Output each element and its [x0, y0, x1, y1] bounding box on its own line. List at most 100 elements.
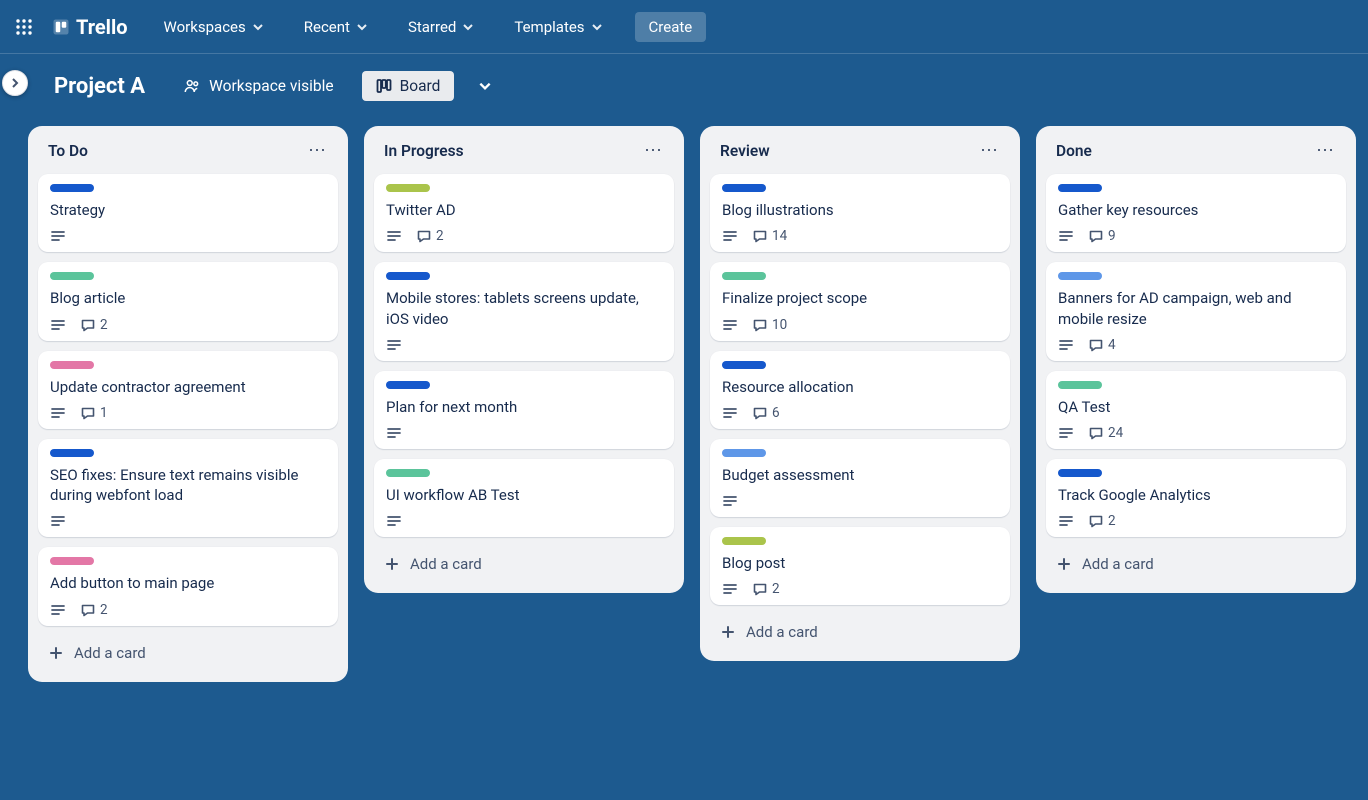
add-card-label: Add a card [746, 623, 818, 641]
card-label[interactable] [386, 469, 430, 477]
list-menu-button[interactable]: ⋯ [976, 140, 1002, 162]
sidebar-expand-button[interactable] [2, 70, 28, 96]
comments-count: 14 [772, 228, 787, 244]
description-icon [50, 513, 66, 529]
description-icon [386, 425, 402, 441]
add-card-label: Add a card [410, 555, 482, 573]
card[interactable]: UI workflow AB Test [374, 459, 674, 537]
card-label[interactable] [50, 557, 94, 565]
card-label[interactable] [386, 381, 430, 389]
card[interactable]: Finalize project scope10 [710, 262, 1010, 340]
card-title: Blog article [50, 288, 326, 308]
card[interactable]: Mobile stores: tablets screens update, i… [374, 262, 674, 361]
card[interactable]: QA Test 24 [1046, 371, 1346, 449]
card-badges [722, 493, 998, 509]
card-label[interactable] [386, 184, 430, 192]
nav-workspaces[interactable]: Workspaces [152, 12, 276, 42]
card[interactable]: Blog article 2 [38, 262, 338, 340]
card[interactable]: Gather key resources9 [1046, 174, 1346, 252]
card[interactable]: Resource allocation 6 [710, 351, 1010, 429]
chevron-down-icon [462, 21, 474, 33]
card[interactable]: SEO fixes: Ensure text remains visible d… [38, 439, 338, 538]
card-title: QA Test [1058, 397, 1334, 417]
card-badges: 1 [50, 405, 326, 421]
card-label[interactable] [50, 184, 94, 192]
card-labels [50, 361, 326, 369]
description-icon [722, 317, 738, 333]
card-label[interactable] [722, 184, 766, 192]
card[interactable]: Budget assessment [710, 439, 1010, 517]
list-title[interactable]: Review [720, 142, 770, 160]
card-label[interactable] [386, 272, 430, 280]
nav-templates[interactable]: Templates [502, 12, 614, 42]
card-badges: 24 [1058, 425, 1334, 441]
card-label[interactable] [722, 537, 766, 545]
board-title[interactable]: Project A [44, 70, 155, 103]
list-menu-button[interactable]: ⋯ [640, 140, 666, 162]
description-icon [50, 317, 66, 333]
apps-switcher-icon[interactable] [8, 11, 40, 43]
card[interactable]: Plan for next month [374, 371, 674, 449]
card[interactable]: Blog post2 [710, 527, 1010, 605]
plus-icon [48, 645, 64, 661]
card-label[interactable] [50, 449, 94, 457]
chevron-down-icon [252, 21, 264, 33]
comment-icon [80, 602, 96, 618]
list-title[interactable]: In Progress [384, 142, 464, 160]
description-icon [386, 513, 402, 529]
card-label[interactable] [722, 361, 766, 369]
add-card-button[interactable]: Add a card [374, 547, 674, 581]
card-label[interactable] [1058, 381, 1102, 389]
card[interactable]: Add button to main page2 [38, 547, 338, 625]
add-card-button[interactable]: Add a card [710, 615, 1010, 649]
card-label[interactable] [50, 272, 94, 280]
card[interactable]: Update contractor agreement1 [38, 351, 338, 429]
card-label[interactable] [50, 361, 94, 369]
add-card-button[interactable]: Add a card [38, 636, 338, 670]
card-title: Banners for AD campaign, web and mobile … [1058, 288, 1334, 329]
card-label[interactable] [722, 272, 766, 280]
card-title: Add button to main page [50, 573, 326, 593]
list-title[interactable]: Done [1056, 142, 1092, 160]
card-badges: 6 [722, 405, 998, 421]
add-card-button[interactable]: Add a card [1046, 547, 1346, 581]
list-header: Review ⋯ [710, 136, 1010, 164]
trello-logo[interactable]: Trello [44, 15, 136, 39]
nav-starred[interactable]: Starred [396, 12, 486, 42]
description-icon [50, 405, 66, 421]
card-badges: 2 [386, 228, 662, 244]
card-labels [50, 449, 326, 457]
card-title: Resource allocation [722, 377, 998, 397]
board-view-icon [376, 78, 392, 94]
view-switcher-dropdown[interactable] [472, 73, 498, 99]
card[interactable]: Track Google Analytics2 [1046, 459, 1346, 537]
nav-recent[interactable]: Recent [292, 12, 380, 42]
list-title[interactable]: To Do [48, 142, 88, 160]
card-badges [386, 425, 662, 441]
comments-count: 2 [100, 317, 108, 333]
card-badges [50, 513, 326, 529]
card-labels [386, 184, 662, 192]
view-switcher-button[interactable]: Board [362, 71, 455, 101]
comments-badge: 10 [752, 317, 787, 333]
card-title: Twitter AD [386, 200, 662, 220]
card-labels [50, 272, 326, 280]
card-labels [1058, 184, 1334, 192]
comments-badge: 2 [80, 317, 108, 333]
create-button[interactable]: Create [635, 12, 707, 42]
comments-badge: 24 [1088, 425, 1123, 441]
card[interactable]: Banners for AD campaign, web and mobile … [1046, 262, 1346, 361]
plus-icon [720, 624, 736, 640]
card-label[interactable] [1058, 469, 1102, 477]
list-menu-button[interactable]: ⋯ [1312, 140, 1338, 162]
list-menu-button[interactable]: ⋯ [304, 140, 330, 162]
card-label[interactable] [1058, 184, 1102, 192]
visibility-button[interactable]: Workspace visible [173, 71, 344, 101]
card[interactable]: Blog illustrations14 [710, 174, 1010, 252]
card[interactable]: Twitter AD 2 [374, 174, 674, 252]
comments-badge: 6 [752, 405, 780, 421]
card[interactable]: Strategy [38, 174, 338, 252]
card-label[interactable] [722, 449, 766, 457]
card-label[interactable] [1058, 272, 1102, 280]
card-labels [722, 361, 998, 369]
